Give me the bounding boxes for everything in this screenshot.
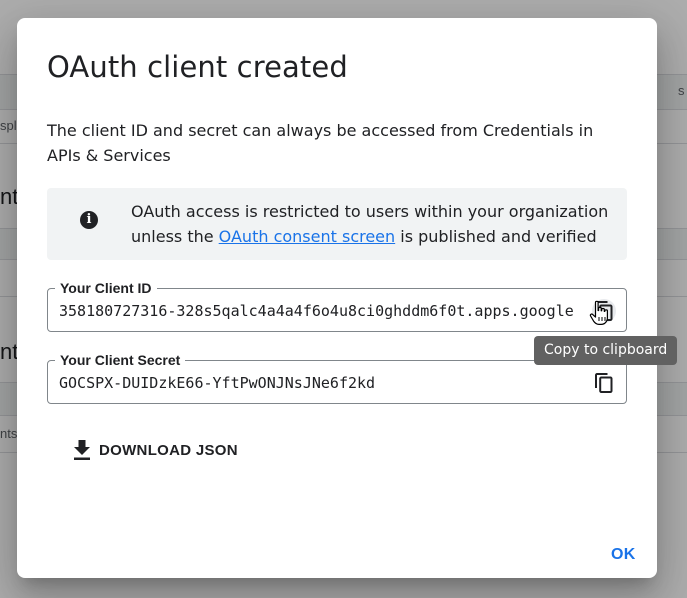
info-text-after: is published and verified — [395, 227, 597, 246]
dialog-description: The client ID and secret can always be a… — [47, 121, 594, 165]
hand-pointer-cursor-icon — [589, 300, 611, 331]
info-icon: i — [80, 211, 98, 229]
oauth-client-created-dialog: OAuth client created The client ID and s… — [17, 18, 657, 578]
download-icon — [73, 440, 91, 460]
client-id-input[interactable] — [59, 301, 574, 321]
dialog-title: OAuth client created — [47, 50, 348, 84]
copy-icon — [595, 373, 613, 393]
info-text: OAuth access is restricted to users with… — [131, 199, 611, 249]
info-banner: i OAuth access is restricted to users wi… — [47, 188, 627, 260]
client-secret-field: Your Client Secret — [47, 351, 627, 404]
download-json-label: DOWNLOAD JSON — [99, 441, 238, 459]
download-json-button[interactable]: DOWNLOAD JSON — [65, 436, 246, 464]
client-secret-input[interactable] — [59, 373, 574, 393]
client-id-field: Your Client ID — [47, 279, 627, 332]
copy-client-secret-button[interactable] — [592, 371, 616, 395]
copy-tooltip: Copy to clipboard — [534, 336, 678, 365]
oauth-consent-screen-link[interactable]: OAuth consent screen — [219, 227, 396, 246]
client-id-label: Your Client ID — [55, 279, 157, 297]
client-secret-label: Your Client Secret — [55, 351, 186, 369]
ok-button[interactable]: OK — [607, 544, 640, 566]
